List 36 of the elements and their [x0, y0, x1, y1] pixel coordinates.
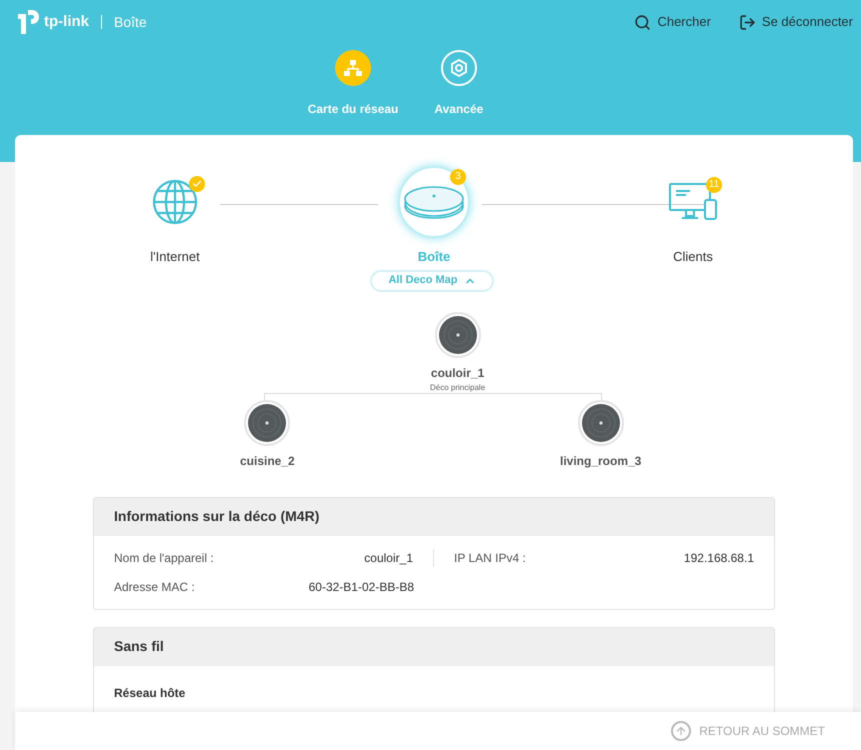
brand-logo: tp-link [44, 12, 89, 32]
section-subtitle: Réseau hôte [114, 686, 186, 700]
field-value: 60-32-B1-02-BB-B8 [308, 578, 414, 596]
hexagon-gear-icon [448, 58, 469, 78]
node-label[interactable]: Boîte [418, 247, 450, 266]
deco-name: cuisine_2 [240, 452, 295, 470]
panel-title: Informations sur la déco (M4R) [114, 507, 320, 526]
deco-role: Déco principale [430, 382, 486, 394]
network-map-icon [343, 59, 364, 77]
search-button[interactable]: Chercher [634, 12, 711, 32]
logo-icon [16, 8, 40, 36]
search-icon [634, 14, 652, 30]
deco-name: living_room_3 [560, 452, 642, 470]
node-label: l'Internet [150, 248, 200, 266]
globe-icon [151, 178, 199, 226]
field-label: Adresse MAC : [114, 578, 195, 596]
all-deco-map-button[interactable]: All Deco Map [370, 270, 494, 292]
deco-unit-icon[interactable] [434, 312, 481, 358]
deco-unit-icon[interactable] [244, 400, 290, 446]
count-badge: 3 [450, 169, 466, 185]
deco-unit-icon[interactable] [578, 400, 624, 446]
deco-node[interactable] [398, 166, 470, 238]
nav-tab[interactable]: Avancée [434, 50, 484, 118]
back-to-top-link[interactable]: RETOUR AU SOMMET [671, 721, 825, 741]
node-label: Clients [673, 248, 713, 266]
field-value: couloir_1 [364, 550, 413, 566]
field-label: Nom de l'appareil : [114, 550, 214, 566]
field-value: 192.168.68.1 [684, 550, 754, 566]
deco-name: couloir_1 [430, 364, 484, 382]
field-label: IP LAN IPv4 : [454, 550, 526, 566]
logout-button[interactable]: Se déconnecter [738, 12, 853, 32]
logout-icon [738, 14, 756, 30]
panel-title: Sans fil [114, 637, 164, 656]
computer-phone-icon [668, 181, 718, 223]
device-name: Boîte [114, 12, 147, 32]
count-badge: 11 [706, 177, 722, 193]
